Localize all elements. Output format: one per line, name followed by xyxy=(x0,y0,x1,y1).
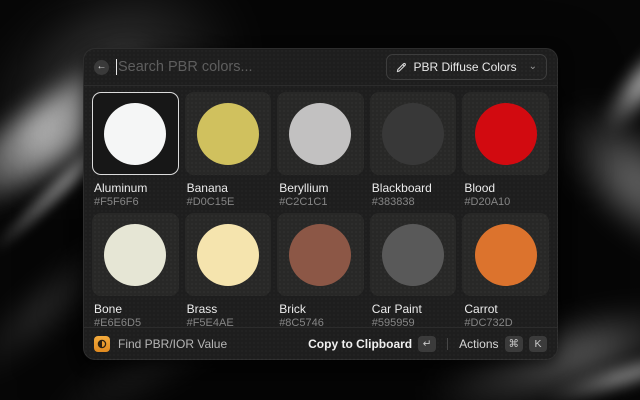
footer-actions: Copy to Clipboard ↵ Actions ⌘ K xyxy=(308,336,547,352)
color-card-bone[interactable]: Bone #E6E6D5 xyxy=(92,213,179,329)
back-button[interactable]: ← xyxy=(94,60,109,75)
cmd-key-icon: ⌘ xyxy=(505,336,524,352)
color-card-car-paint[interactable]: Car Paint #595959 xyxy=(370,213,457,329)
enter-key-icon: ↵ xyxy=(418,336,436,352)
color-swatch xyxy=(197,103,259,165)
extension-icon xyxy=(94,336,110,352)
search-field-wrap xyxy=(116,59,386,75)
color-card-blood[interactable]: Blood #D20A10 xyxy=(462,92,549,208)
copy-to-clipboard-action[interactable]: Copy to Clipboard xyxy=(308,337,412,351)
color-swatch xyxy=(382,224,444,286)
k-key-icon: K xyxy=(529,336,547,352)
color-swatch xyxy=(475,103,537,165)
pencil-icon xyxy=(396,62,407,73)
color-set-dropdown[interactable]: PBR Diffuse Colors ⌄ xyxy=(386,54,547,80)
dropdown-label: PBR Diffuse Colors xyxy=(413,60,516,74)
color-hex: #D20A10 xyxy=(464,196,547,208)
color-swatch xyxy=(104,224,166,286)
actions-menu-button[interactable]: Actions xyxy=(459,337,498,351)
color-name: Brick xyxy=(279,302,362,316)
color-name: Carrot xyxy=(464,302,547,316)
color-card-brass[interactable]: Brass #F5E4AE xyxy=(185,213,272,329)
search-header: ← PBR Diffuse Colors ⌄ xyxy=(84,49,557,86)
color-card-aluminum[interactable]: Aluminum #F5F6F6 xyxy=(92,92,179,208)
color-swatch xyxy=(197,224,259,286)
color-name: Beryllium xyxy=(279,181,362,195)
color-card-blackboard[interactable]: Blackboard #383838 xyxy=(370,92,457,208)
color-name: Blackboard xyxy=(372,181,455,195)
text-caret xyxy=(116,59,117,75)
chevron-down-icon: ⌄ xyxy=(529,62,537,72)
search-input[interactable] xyxy=(118,59,386,75)
color-hex: #D0C15E xyxy=(187,196,270,208)
command-palette-window: ← PBR Diffuse Colors ⌄ Aluminum #F5F6F6 … xyxy=(83,48,558,360)
color-hex: #383838 xyxy=(372,196,455,208)
color-swatch xyxy=(104,103,166,165)
color-card-banana[interactable]: Banana #D0C15E xyxy=(185,92,272,208)
color-grid: Aluminum #F5F6F6 Banana #D0C15E Berylliu… xyxy=(84,86,557,329)
color-name: Aluminum xyxy=(94,181,177,195)
color-name: Bone xyxy=(94,302,177,316)
back-arrow-icon: ← xyxy=(97,62,107,72)
color-name: Car Paint xyxy=(372,302,455,316)
color-name: Brass xyxy=(187,302,270,316)
color-card-carrot[interactable]: Carrot #DC732D xyxy=(462,213,549,329)
footer-divider xyxy=(447,338,448,350)
color-card-brick[interactable]: Brick #8C5746 xyxy=(277,213,364,329)
color-name: Blood xyxy=(464,181,547,195)
color-hex: #F5F6F6 xyxy=(94,196,177,208)
color-swatch xyxy=(475,224,537,286)
color-hex: #C2C1C1 xyxy=(279,196,362,208)
color-card-beryllium[interactable]: Beryllium #C2C1C1 xyxy=(277,92,364,208)
color-swatch xyxy=(289,103,351,165)
action-bar: Find PBR/IOR Value Copy to Clipboard ↵ A… xyxy=(84,327,557,359)
color-name: Banana xyxy=(187,181,270,195)
color-swatch xyxy=(289,224,351,286)
color-swatch xyxy=(382,103,444,165)
extension-name: Find PBR/IOR Value xyxy=(118,337,308,351)
